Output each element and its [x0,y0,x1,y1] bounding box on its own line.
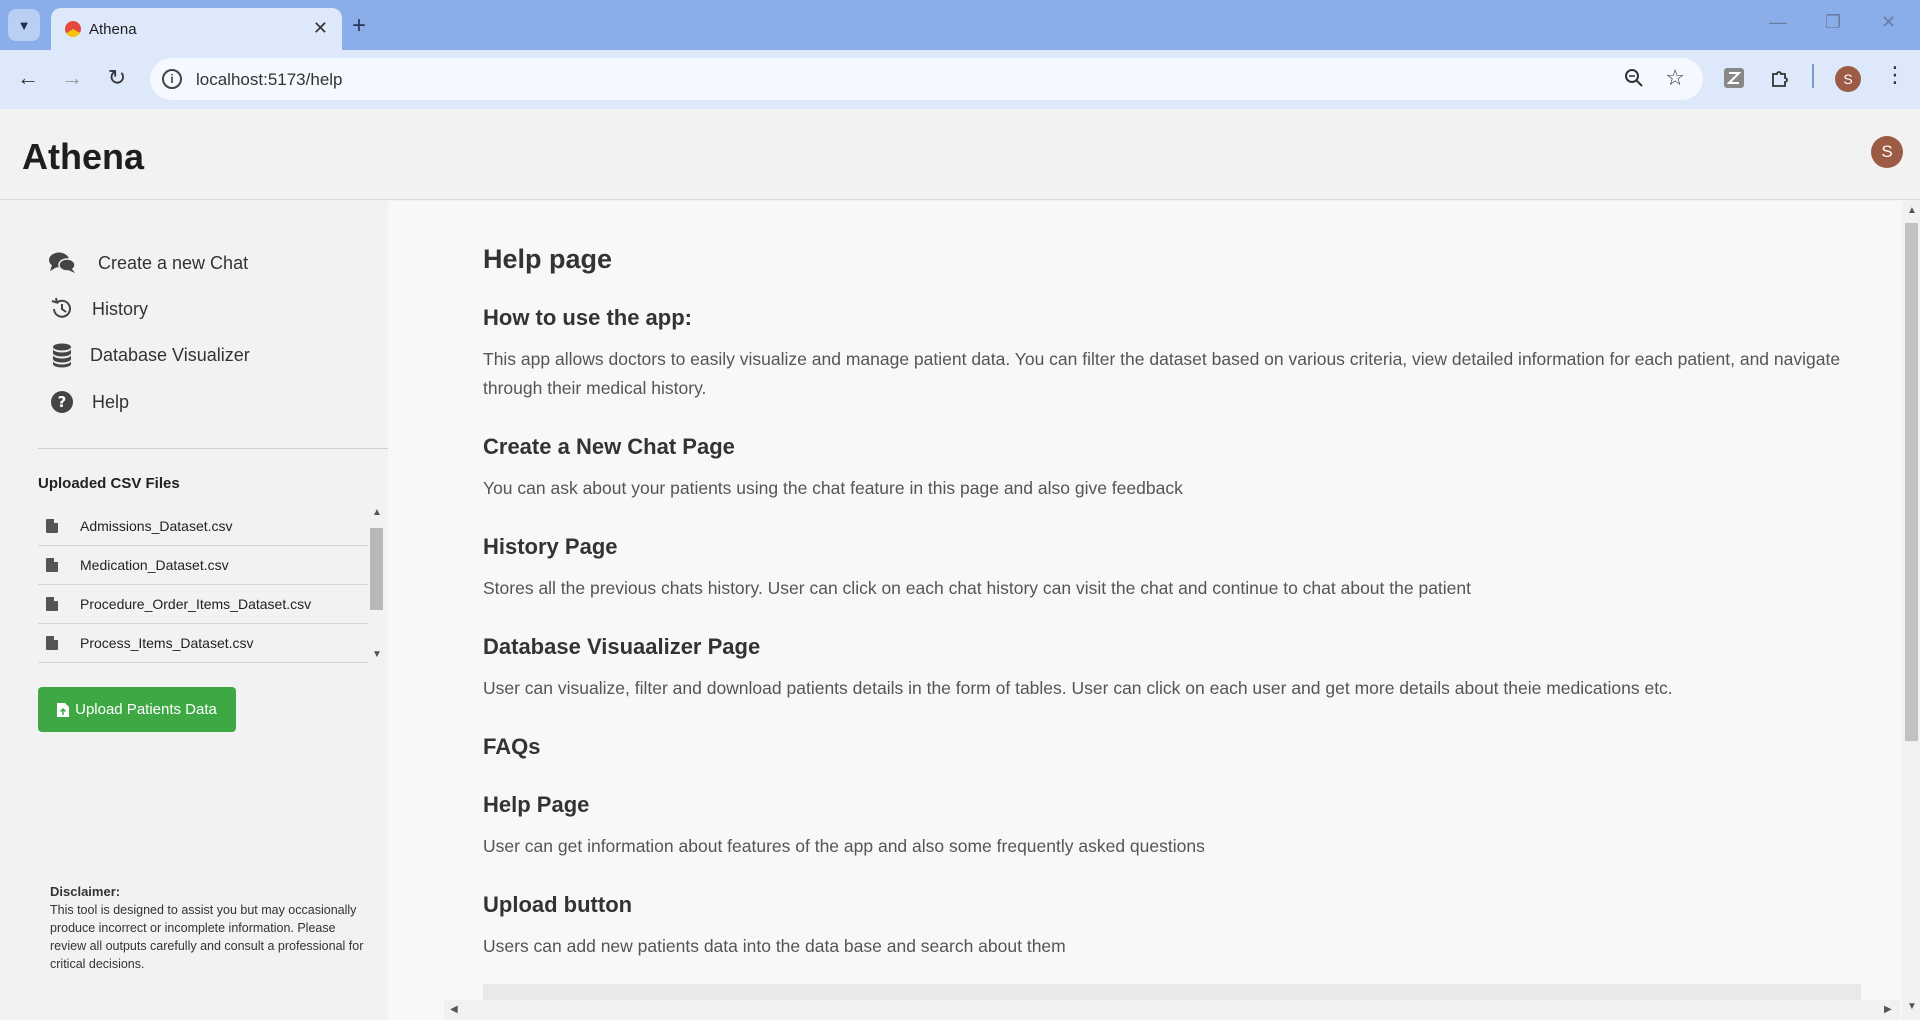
sidebar: Create a new Chat History Database Visua… [0,201,388,1020]
section-heading: Help Page [483,792,590,817]
app-title: Athena [22,136,145,177]
file-icon [46,519,58,533]
disclaimer: Disclaimer: This tool is designed to ass… [50,883,370,973]
browser-profile-avatar[interactable]: S [1835,66,1861,92]
more-menu-icon[interactable]: ⋮ [1884,62,1906,88]
scrollbar-thumb[interactable] [370,528,383,610]
csv-list-scrollbar[interactable]: ▲ ▼ [368,507,385,663]
csv-file-list[interactable]: Admissions_Dataset.csv Medication_Datase… [38,507,368,663]
section-heading: Upload button [483,892,633,917]
browser-toolbar: ← → ↻ i localhost:5173/help ☆ [0,50,1920,109]
section-text: User can visualize, filter and download … [483,678,1673,698]
csv-file-name: Medication_Dataset.csv [80,557,229,573]
sidebar-item-history[interactable]: History [48,294,148,324]
file-upload-icon [57,702,70,717]
extension-z-icon[interactable] [1723,67,1745,89]
section-heading: FAQs [483,734,541,759]
sidebar-divider [38,448,388,449]
csv-file-name: Procedure_Order_Items_Dataset.csv [80,596,312,612]
browser-tab-bar: ▼ Athena ✕ + — ❐ ✕ [0,0,1920,50]
csv-files-heading: Uploaded CSV Files [38,475,180,492]
toolbar-divider [1812,64,1814,88]
csv-file-item[interactable]: Medication_Dataset.csv [38,546,368,585]
help-section: History Page Stores all the previous cha… [483,534,1853,603]
page-vertical-scrollbar[interactable]: ▲ ▼ [1902,201,1920,1020]
disclaimer-text: This tool is designed to assist you but … [50,903,364,971]
file-icon [46,558,58,572]
upload-patients-data-button[interactable]: Upload Patients Data [38,687,236,732]
favicon-icon [65,21,81,37]
file-icon [46,597,58,611]
forward-icon[interactable]: → [58,65,86,91]
section-heading: Database Visuaalizer Page [483,634,761,659]
help-section: Create a New Chat Page You can ask about… [483,434,1853,503]
scrollbar-thumb[interactable] [1905,223,1918,741]
section-heading: How to use the app: [483,305,692,330]
help-section: Upload button Users can add new patients… [483,892,1853,961]
window-close-icon[interactable]: ✕ [1881,12,1896,33]
file-icon [46,636,58,650]
csv-file-item[interactable]: Process_Items_Dataset.csv [38,624,368,663]
sidebar-item-database-visualizer[interactable]: Database Visualizer [48,340,250,370]
help-section: Help Page User can get information about… [483,792,1853,861]
help-content: Help page How to use the app: This app a… [388,201,1903,1020]
section-text: Stores all the previous chats history. U… [483,578,1471,598]
section-text: Users can add new patients data into the… [483,936,1066,956]
csv-file-name: Admissions_Dataset.csv [80,518,233,534]
section-text: You can ask about your patients using th… [483,478,1183,498]
csv-file-item[interactable]: Admissions_Dataset.csv [38,507,368,546]
sidebar-item-label: Create a new Chat [98,252,249,273]
minimize-icon[interactable]: — [1769,12,1787,33]
sidebar-item-label: History [92,298,149,319]
scroll-right-icon[interactable]: ▶ [1884,1004,1892,1015]
site-info-icon[interactable]: i [162,69,182,89]
scroll-up-icon[interactable]: ▲ [372,507,382,518]
url-text: localhost:5173/help [196,70,343,89]
sidebar-item-create-chat[interactable]: Create a new Chat [48,248,248,278]
scroll-down-icon[interactable]: ▼ [372,649,382,660]
csv-file-name: Process_Items_Dataset.csv [80,635,254,651]
extensions-puzzle-icon[interactable] [1769,67,1791,89]
csv-file-item[interactable]: Procedure_Order_Items_Dataset.csv [38,585,368,624]
section-heading: Create a New Chat Page [483,434,735,459]
history-icon [48,295,76,323]
restore-icon[interactable]: ❐ [1825,12,1841,33]
app-header: Athena S [0,109,1920,200]
chat-icon [48,249,76,277]
help-section: How to use the app: This app allows doct… [483,305,1853,403]
zoom-icon[interactable] [1623,67,1645,89]
tab-title: Athena [89,21,137,38]
scroll-down-icon[interactable]: ▼ [1907,1001,1917,1012]
sidebar-item-help[interactable]: ? Help [48,387,129,417]
database-icon [48,341,76,369]
browser-tab-athena[interactable]: Athena ✕ [51,8,342,50]
reload-icon[interactable]: ↻ [103,65,131,91]
chevron-down-icon: ▼ [17,17,31,33]
scroll-left-icon[interactable]: ◀ [450,1004,458,1015]
new-tab-button[interactable]: + [352,12,366,40]
upload-button-label: Upload Patients Data [75,701,217,718]
help-icon: ? [48,388,76,416]
page-title: Help page [483,244,613,274]
tab-search-button[interactable]: ▼ [8,9,40,41]
svg-text:?: ? [58,393,67,411]
help-section: Database Visuaalizer Page User can visua… [483,634,1853,703]
section-heading: History Page [483,534,618,559]
section-text: This app allows doctors to easily visual… [483,349,1841,398]
sidebar-item-label: Help [92,391,130,412]
address-bar[interactable]: i localhost:5173/help ☆ [150,58,1703,100]
section-text: User can get information about features … [483,836,1205,856]
close-icon[interactable]: ✕ [313,18,328,39]
help-section-faqs: FAQs [483,734,1853,760]
scroll-up-icon[interactable]: ▲ [1907,205,1917,216]
sidebar-item-label: Database Visualizer [90,344,250,365]
user-avatar[interactable]: S [1871,136,1903,168]
back-icon[interactable]: ← [14,65,42,91]
page-horizontal-scrollbar[interactable]: ◀ ▶ [444,1000,1900,1020]
bookmark-star-icon[interactable]: ☆ [1665,65,1685,91]
disclaimer-title: Disclaimer: [50,884,121,899]
